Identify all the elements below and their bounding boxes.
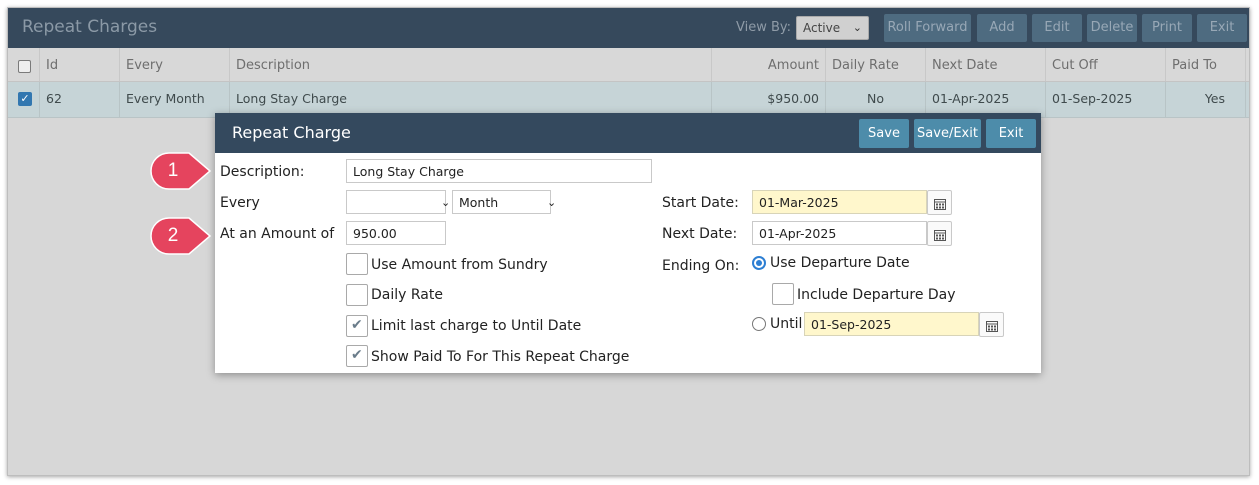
use-departure-date-radio[interactable] — [752, 256, 766, 270]
description-input[interactable]: Long Stay Charge — [346, 159, 652, 183]
calendar-icon — [986, 321, 998, 332]
calendar-icon — [934, 199, 946, 210]
limit-last-charge-label: Limit last charge to Until Date — [371, 318, 582, 334]
start-date-label: Start Date: — [662, 195, 739, 211]
row-next-date: 01-Apr-2025 — [926, 82, 1046, 117]
select-all-checkbox[interactable] — [18, 60, 31, 73]
view-by-select[interactable]: Active ⌄ — [796, 16, 869, 40]
chevron-down-icon: ⌄ — [852, 21, 862, 34]
save-button[interactable]: Save — [859, 119, 909, 148]
next-date-label: Next Date: — [662, 226, 738, 242]
until-label: Until — [770, 316, 803, 332]
include-departure-day-checkbox[interactable] — [772, 283, 794, 305]
column-header-daily-rate[interactable]: Daily Rate — [826, 48, 926, 81]
column-header-every[interactable]: Every — [120, 48, 230, 81]
callout-marker-2: 2 — [149, 216, 211, 256]
next-date-input[interactable]: 01-Apr-2025 — [752, 221, 927, 245]
every-unit-select[interactable]: Month — [452, 190, 551, 214]
top-toolbar: Repeat Charges View By: Active ⌄ Roll Fo… — [8, 8, 1249, 48]
edit-button[interactable]: Edit — [1032, 14, 1082, 42]
chevron-down-icon: ⌄ — [547, 196, 557, 209]
calendar-icon — [934, 230, 946, 241]
row-description: Long Stay Charge — [230, 82, 712, 117]
column-header-description[interactable]: Description — [230, 48, 712, 81]
check-icon: ✓ — [20, 92, 30, 105]
page-title: Repeat Charges — [22, 17, 158, 37]
add-button[interactable]: Add — [977, 14, 1027, 42]
start-date-input[interactable]: 01-Mar-2025 — [752, 190, 927, 214]
daily-rate-checkbox[interactable] — [346, 284, 368, 306]
print-button[interactable]: Print — [1142, 14, 1192, 42]
show-paid-to-label: Show Paid To For This Repeat Charge — [371, 349, 630, 365]
callout-marker-1: 1 — [149, 151, 211, 191]
row-cut-off: 01-Sep-2025 — [1046, 82, 1166, 117]
chevron-down-icon: ⌄ — [441, 196, 451, 209]
repeat-charges-table: Id Every Description Amount Daily Rate N… — [8, 48, 1249, 118]
column-header-next-date[interactable]: Next Date — [926, 48, 1046, 81]
dialog-exit-button[interactable]: Exit — [986, 119, 1036, 148]
amount-input[interactable]: 950.00 — [346, 221, 446, 245]
row-every: Every Month — [120, 82, 230, 117]
until-radio[interactable] — [752, 317, 766, 331]
use-departure-date-label: Use Departure Date — [770, 255, 910, 271]
repeat-charge-dialog: Repeat Charge Save Save/Exit Exit Descri… — [215, 113, 1041, 373]
use-amount-sundry-label: Use Amount from Sundry — [371, 257, 548, 273]
save-exit-button[interactable]: Save/Exit — [914, 119, 981, 148]
check-icon: ✔ — [351, 347, 363, 363]
exit-button[interactable]: Exit — [1197, 14, 1247, 42]
roll-forward-button[interactable]: Roll Forward — [884, 14, 971, 42]
column-header-id[interactable]: Id — [40, 48, 120, 81]
show-paid-to-checkbox[interactable]: ✔ — [346, 345, 368, 367]
column-header-amount[interactable]: Amount — [712, 48, 826, 81]
row-paid-to: Yes — [1166, 82, 1246, 117]
use-amount-sundry-checkbox[interactable] — [346, 253, 368, 275]
until-date-input[interactable]: 01-Sep-2025 — [804, 312, 979, 336]
select-all-cell — [8, 48, 40, 81]
callout-number: 2 — [167, 225, 179, 246]
start-date-picker[interactable] — [927, 190, 952, 215]
limit-last-charge-checkbox[interactable]: ✔ — [346, 315, 368, 337]
every-label: Every — [220, 195, 260, 211]
row-checkbox[interactable]: ✓ — [18, 92, 32, 106]
ending-on-label: Ending On: — [662, 258, 740, 274]
check-icon: ✔ — [351, 317, 363, 333]
row-select-cell: ✓ — [8, 82, 40, 117]
row-id: 62 — [40, 82, 120, 117]
delete-button[interactable]: Delete — [1087, 14, 1137, 42]
table-header: Id Every Description Amount Daily Rate N… — [8, 48, 1249, 82]
include-departure-day-label: Include Departure Day — [797, 287, 956, 303]
column-header-paid-to[interactable]: Paid To — [1166, 48, 1246, 81]
view-by-value: Active — [803, 21, 841, 35]
amount-label: At an Amount of — [220, 226, 335, 242]
every-count-select[interactable] — [346, 190, 446, 214]
next-date-picker[interactable] — [927, 221, 952, 246]
column-header-cut-off[interactable]: Cut Off — [1046, 48, 1166, 81]
description-label: Description: — [220, 164, 305, 180]
row-amount: $950.00 — [712, 82, 826, 117]
callout-number: 1 — [167, 160, 179, 181]
dialog-header: Repeat Charge Save Save/Exit Exit — [215, 113, 1041, 153]
until-date-picker[interactable] — [979, 312, 1004, 337]
daily-rate-label: Daily Rate — [371, 287, 443, 303]
row-daily-rate: No — [826, 82, 926, 117]
view-by-label: View By: — [736, 20, 792, 35]
dialog-title: Repeat Charge — [232, 123, 351, 142]
